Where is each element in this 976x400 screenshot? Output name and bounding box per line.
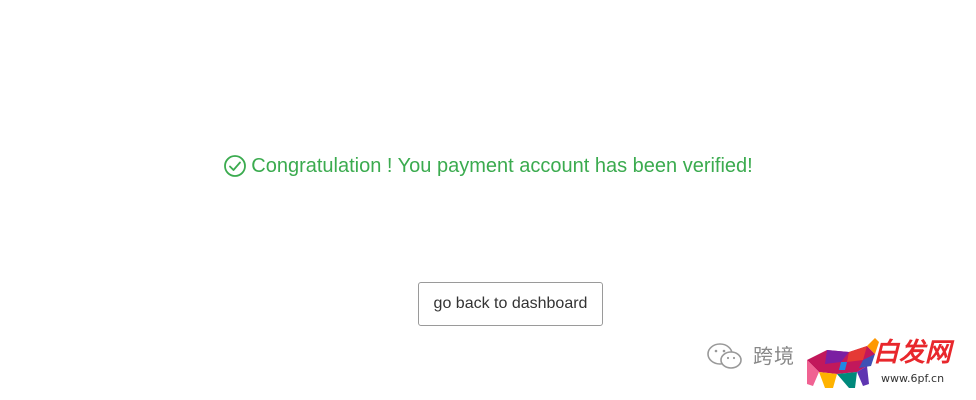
wechat-icon <box>705 342 745 372</box>
watermark: 跨境 白发网 www.6pf.cn <box>705 330 971 394</box>
watermark-brand: 白发网 <box>873 338 952 368</box>
success-message-text: Congratulation ! You payment account has… <box>251 154 753 177</box>
success-message: Congratulation ! You payment account has… <box>0 150 976 182</box>
watermark-text: 跨境 <box>753 344 795 368</box>
go-back-to-dashboard-button[interactable]: go back to dashboard <box>418 282 603 326</box>
check-circle-icon <box>223 154 247 178</box>
watermark-url: www.6pf.cn <box>881 372 945 385</box>
